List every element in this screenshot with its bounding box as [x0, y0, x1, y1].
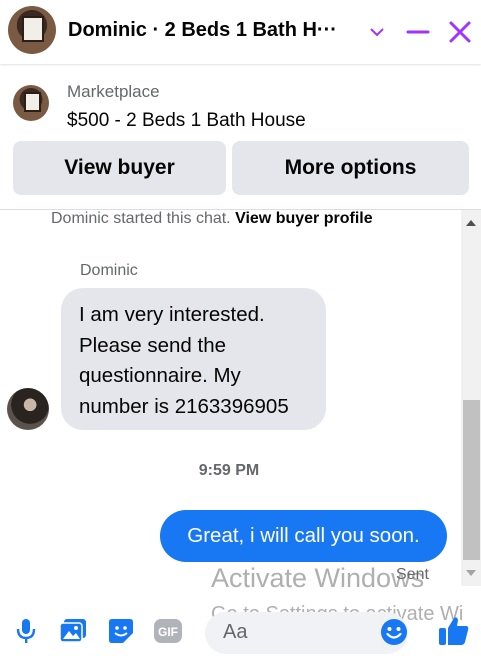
emoji-icon[interactable]: [379, 617, 409, 647]
view-buyer-profile-link[interactable]: View buyer profile: [235, 210, 373, 227]
gif-icon[interactable]: GIF: [153, 616, 183, 646]
message-timestamp: 9:59 PM: [198, 462, 260, 479]
listing-thumbnail[interactable]: [13, 85, 49, 121]
microphone-icon[interactable]: [11, 616, 41, 646]
scroll-up-arrow[interactable]: [466, 220, 476, 226]
sticker-icon[interactable]: [106, 616, 136, 646]
gif-label: GIF: [158, 625, 178, 639]
chevron-down-icon[interactable]: [363, 18, 391, 46]
outgoing-message-bubble[interactable]: Great, i will call you soon.: [160, 510, 447, 562]
minimize-icon[interactable]: [404, 18, 432, 46]
close-icon[interactable]: [446, 18, 474, 46]
scrollbar-thumb[interactable]: [463, 400, 480, 560]
header-avatar[interactable]: [8, 6, 56, 54]
sender-avatar[interactable]: [7, 388, 49, 430]
scroll-down-arrow[interactable]: [466, 570, 476, 576]
message-input[interactable]: Aa: [205, 612, 408, 654]
sender-name: Dominic: [80, 262, 138, 279]
more-options-button[interactable]: More options: [232, 141, 469, 195]
activate-windows-watermark: Activate Windows: [211, 563, 425, 593]
thumbs-up-icon[interactable]: [437, 614, 471, 648]
system-message-text: Dominic started this chat.: [51, 210, 231, 227]
view-buyer-button[interactable]: View buyer: [13, 141, 226, 195]
incoming-message-bubble[interactable]: I am very interested. Please send the qu…: [61, 288, 326, 430]
marketplace-label: Marketplace: [67, 82, 160, 101]
photo-icon[interactable]: [58, 616, 88, 646]
chat-header: Dominic · 2 Beds 1 Bath H···: [0, 0, 481, 64]
system-message: Dominic started this chat. View buyer pr…: [51, 210, 373, 228]
chat-title[interactable]: Dominic · 2 Beds 1 Bath H···: [68, 19, 337, 42]
listing-title[interactable]: $500 - 2 Beds 1 Bath House: [67, 110, 306, 132]
